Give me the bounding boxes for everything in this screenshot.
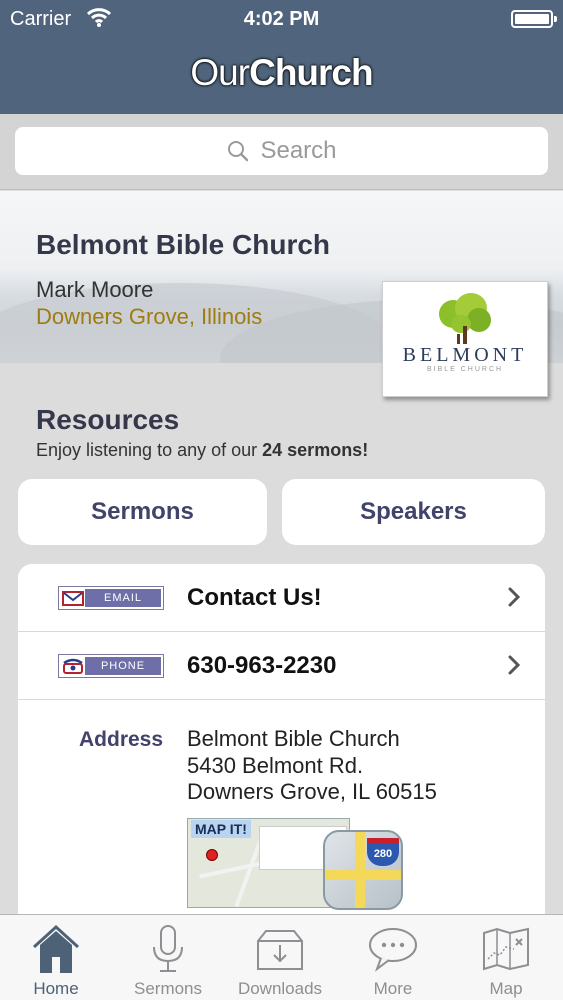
tab-sermons[interactable]: Sermons [112,915,224,1000]
folded-map-icon [483,927,529,971]
sermons-button[interactable]: Sermons [18,479,267,545]
clock: 4:02 PM [243,8,320,30]
telephone-icon [63,658,83,674]
tab-map[interactable]: Map [450,915,562,1000]
resources-subtitle: Enjoy listening to any of our 24 sermons… [36,440,369,460]
logo-wordmark: BELMONT [402,344,528,366]
search-bar: Search [0,114,563,190]
speakers-button[interactable]: Speakers [282,479,545,545]
microphone-icon [153,925,183,972]
battery-icon [511,10,557,28]
download-tray-icon [257,930,303,970]
tab-label: Downloads [237,979,323,998]
pastor-name: Mark Moore [36,277,154,302]
status-bar: Carrier 4:02 PM [0,0,563,38]
tab-label: Map [489,979,523,998]
email-tag-label: EMAIL [85,589,161,607]
map-pin-icon [206,849,218,861]
contact-us-row[interactable]: EMAIL Contact Us! [18,564,545,632]
map-it-label: MAP IT! [191,820,251,838]
address-label: Address [79,728,164,751]
navigation-bar: OurChurch [0,38,563,114]
envelope-icon [62,591,84,606]
tab-more[interactable]: More [337,915,449,1000]
contact-card: EMAIL Contact Us! PHONE 630-963-2230 Add… [18,564,545,934]
chevron-right-icon [508,655,521,675]
phone-tag-label: PHONE [85,657,161,675]
address-line: 5430 Belmont Rd. [187,753,364,778]
tab-label: Sermons [133,979,203,998]
phone-number: 630-963-2230 [187,652,337,679]
tree-icon [439,293,491,344]
church-location: Downers Grove, Illinois [36,304,263,329]
home-icon [32,924,80,973]
search-placeholder: Search [260,137,337,164]
tab-downloads[interactable]: Downloads [224,915,336,1000]
address-line: Downers Grove, IL 60515 [187,779,437,804]
tab-home[interactable]: Home [0,915,112,1000]
app-title: OurChurch [190,52,373,93]
sermons-button-label: Sermons [91,498,194,525]
phone-tag: PHONE [58,654,164,678]
phone-row[interactable]: PHONE 630-963-2230 [18,632,545,700]
tab-label: Home [33,979,79,998]
church-name: Belmont Bible Church [36,229,331,260]
maps-app-icon: 280 [323,830,403,910]
search-icon [228,141,249,162]
speakers-button-label: Speakers [360,498,467,525]
address-line: Belmont Bible Church [187,726,400,751]
email-tag: EMAIL [58,586,164,610]
chevron-right-icon [508,587,521,607]
logo-subtext: BIBLE CHURCH [426,366,504,373]
tab-label: More [373,979,413,998]
highway-shield-icon: 280 [367,838,399,866]
church-logo: BELMONT BIBLE CHURCH [382,281,548,397]
resources-title: Resources [36,404,180,435]
tab-bar: Home Sermons Downloads More Map [0,914,563,1000]
contact-us-label: Contact Us! [187,584,322,611]
search-input[interactable]: Search [15,127,548,175]
chat-bubble-icon [369,928,417,972]
